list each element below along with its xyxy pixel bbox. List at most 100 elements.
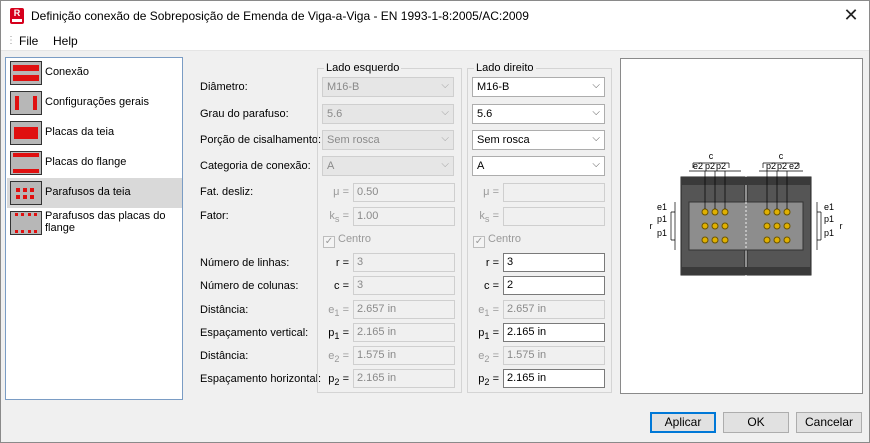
chevron-down-icon: ⌵ xyxy=(441,159,449,170)
diagram-label-e2: e2 xyxy=(693,161,703,171)
left-p1-symbol: p1 = xyxy=(328,327,349,342)
title-bar: R Definição conexão de Sobreposição de E… xyxy=(1,1,869,31)
close-icon[interactable]: ✕ xyxy=(841,5,861,25)
left-c-input[interactable]: 3 xyxy=(353,276,455,295)
web-plates-icon xyxy=(10,121,42,145)
chevron-down-icon: ⌵ xyxy=(592,159,600,170)
right-fat-desliz-input[interactable] xyxy=(503,183,605,202)
label-grau: Grau do parafuso: xyxy=(200,108,289,120)
left-r-input[interactable]: 3 xyxy=(353,253,455,272)
dialog-window: R Definição conexão de Sobreposição de E… xyxy=(0,0,870,443)
diagram-label-e1: e1 xyxy=(657,202,667,212)
chevron-down-icon: ⌵ xyxy=(441,133,449,144)
left-centro-checkbox[interactable]: ✓ Centro xyxy=(323,233,371,248)
left-p1-input[interactable]: 2.165 in xyxy=(353,323,455,342)
right-mu-symbol: μ = xyxy=(483,186,499,198)
right-p2-input[interactable]: 2.165 in xyxy=(503,369,605,388)
chevron-down-icon: ⌵ xyxy=(592,107,600,118)
left-bolt-group xyxy=(701,208,729,244)
window-title: Definição conexão de Sobreposição de Eme… xyxy=(31,9,529,23)
left-e2-symbol: e2 = xyxy=(328,350,349,365)
right-categoria-select[interactable]: A ⌵ xyxy=(472,156,605,176)
app-logo-icon: R xyxy=(10,8,24,24)
bolt-layout-diagram: c c e2 p2 p2 p2 p2 e2 e1 p1 p1 r e1 p1 p… xyxy=(650,151,843,276)
right-centro-checkbox[interactable]: ✓ Centro xyxy=(473,233,521,248)
nav-label: Configurações gerais xyxy=(45,96,149,108)
nav-label: Conexão xyxy=(45,66,90,78)
right-e1-input[interactable]: 2.657 in xyxy=(503,300,605,319)
left-fat-desliz-input[interactable]: 0.50 xyxy=(353,183,455,202)
right-c-input[interactable]: 2 xyxy=(503,276,605,295)
nav-item-placas-teia[interactable]: Placas da teia xyxy=(7,118,182,148)
group-title-right: Lado direito xyxy=(474,62,536,74)
menu-help[interactable]: Help xyxy=(53,34,78,48)
right-p1-symbol: p1 = xyxy=(478,327,499,342)
left-mu-symbol: μ = xyxy=(333,186,349,198)
diagram-label-r: r xyxy=(840,221,843,231)
label-distancia-2: Distância: xyxy=(200,350,249,362)
check-icon: ✓ xyxy=(323,236,335,248)
nav-item-parafusos-teia[interactable]: Parafusos da teia xyxy=(7,178,182,208)
left-fator-input[interactable]: 1.00 xyxy=(353,207,455,226)
diagram-label-p1: p1 xyxy=(657,214,667,224)
left-ks-symbol: ks = xyxy=(329,210,349,225)
menu-grip-icon: ⋮ xyxy=(6,35,16,46)
left-e1-input[interactable]: 2.657 in xyxy=(353,300,455,319)
diagram-label-e1: e1 xyxy=(824,202,834,212)
right-bolt-group xyxy=(763,208,791,244)
right-e2-symbol: e2 = xyxy=(478,350,499,365)
diagram-label-p1: p1 xyxy=(657,228,667,238)
left-r-symbol: r = xyxy=(335,257,349,269)
nav-label: Parafusos das placas do flange xyxy=(45,210,166,234)
right-p2-symbol: p2 = xyxy=(478,373,499,388)
right-r-symbol: r = xyxy=(485,257,499,269)
menu-file[interactable]: File xyxy=(19,34,38,48)
diagram-label-c: c xyxy=(709,151,714,161)
left-e2-input[interactable]: 1.575 in xyxy=(353,346,455,365)
right-r-input[interactable]: 3 xyxy=(503,253,605,272)
diagram-label-r: r xyxy=(650,221,653,231)
diagram-label-p2: p2 xyxy=(716,161,726,171)
check-icon: ✓ xyxy=(473,236,485,248)
nav-item-configuracoes-gerais[interactable]: Configurações gerais xyxy=(7,88,182,118)
left-c-symbol: c = xyxy=(334,280,349,292)
connection-preview: c c e2 p2 p2 p2 p2 e2 e1 p1 p1 r e1 p1 p… xyxy=(620,58,863,394)
right-porcao-select[interactable]: Sem rosca ⌵ xyxy=(472,130,605,150)
nav-label: Placas do flange xyxy=(45,156,127,168)
nav-item-placas-flange[interactable]: Placas do flange xyxy=(7,148,182,178)
diagram-label-c: c xyxy=(779,151,784,161)
diagram-label-p2: p2 xyxy=(705,161,715,171)
diagram-label-p1: p1 xyxy=(824,228,834,238)
nav-item-conexao[interactable]: Conexão xyxy=(7,58,182,88)
chevron-down-icon: ⌵ xyxy=(441,107,449,118)
right-fator-input[interactable] xyxy=(503,207,605,226)
label-porcao: Porção de cisalhamento: xyxy=(200,134,322,146)
label-esp-vertical: Espaçamento vertical: xyxy=(200,327,309,339)
right-diametro-select[interactable]: M16-B ⌵ xyxy=(472,77,605,97)
cancel-button[interactable]: Cancelar xyxy=(796,412,862,433)
right-grau-select[interactable]: 5.6 ⌵ xyxy=(472,104,605,124)
left-diametro-select[interactable]: M16-B ⌵ xyxy=(322,77,454,97)
label-fator: Fator: xyxy=(200,210,229,222)
label-diametro: Diâmetro: xyxy=(200,81,248,93)
ok-button[interactable]: OK xyxy=(723,412,789,433)
label-categoria: Categoria de conexão: xyxy=(200,160,311,172)
right-ks-symbol: ks = xyxy=(479,210,499,225)
label-distancia-1: Distância: xyxy=(200,304,249,316)
right-p1-input[interactable]: 2.165 in xyxy=(503,323,605,342)
left-p2-input[interactable]: 2.165 in xyxy=(353,369,455,388)
label-fat-desliz: Fat. desliz: xyxy=(200,186,254,198)
left-e1-symbol: e1 = xyxy=(328,304,349,319)
nav-item-parafusos-placas-flange[interactable]: Parafusos das placas do flange xyxy=(7,208,182,238)
left-porcao-select[interactable]: Sem rosca ⌵ xyxy=(322,130,454,150)
chevron-down-icon: ⌵ xyxy=(592,133,600,144)
left-categoria-select[interactable]: A ⌵ xyxy=(322,156,454,176)
left-p2-symbol: p2 = xyxy=(328,373,349,388)
left-grau-select[interactable]: 5.6 ⌵ xyxy=(322,104,454,124)
right-e2-input[interactable]: 1.575 in xyxy=(503,346,605,365)
flange-bolts-icon xyxy=(10,211,42,235)
connection-icon xyxy=(10,61,42,85)
right-e1-symbol: e1 = xyxy=(478,304,499,319)
chevron-down-icon: ⌵ xyxy=(441,80,449,91)
apply-button[interactable]: Aplicar xyxy=(650,412,716,433)
